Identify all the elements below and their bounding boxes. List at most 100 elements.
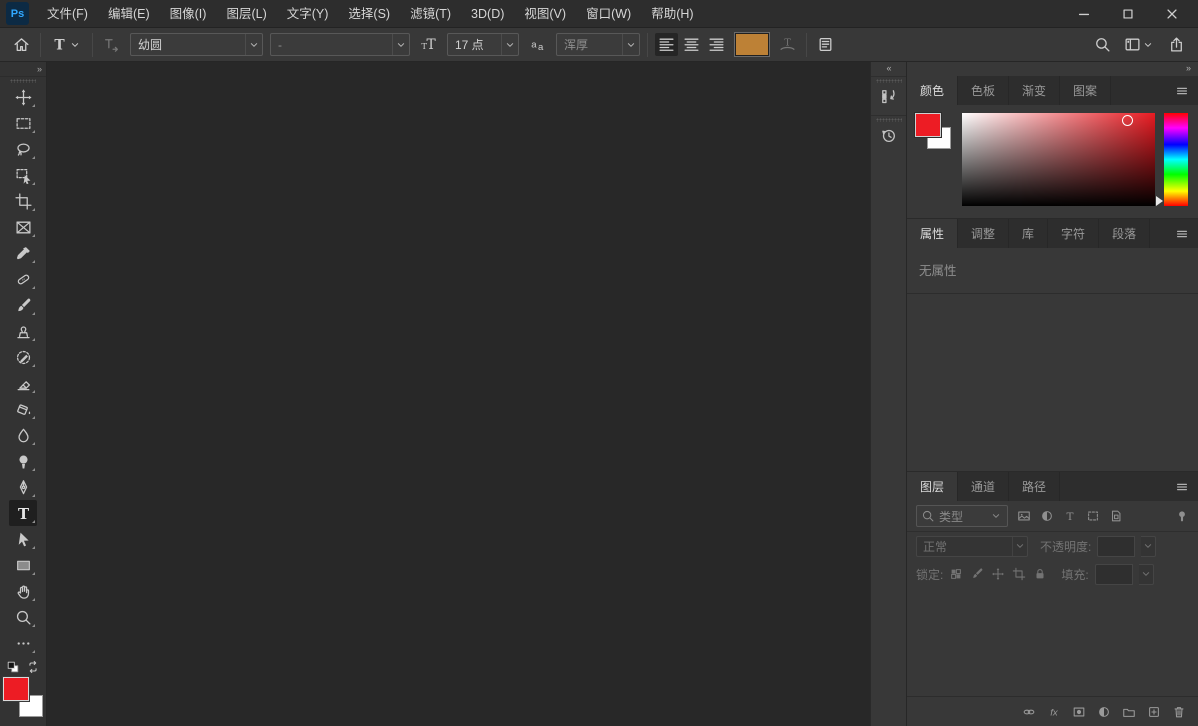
paint-bucket-tool[interactable] (9, 396, 37, 422)
tab-adjustments[interactable]: 调整 (958, 219, 1010, 248)
eyedropper-tool[interactable] (9, 240, 37, 266)
menu-item-image[interactable]: 图像(I) (160, 0, 217, 28)
swap-colors-icon[interactable] (26, 660, 40, 674)
pen-tool[interactable] (9, 474, 37, 500)
maximize-button[interactable] (1106, 0, 1150, 27)
menu-item-help[interactable]: 帮助(H) (641, 0, 703, 28)
font-style-select[interactable]: - (270, 33, 410, 56)
blur-tool[interactable] (9, 422, 37, 448)
color-picker-ring[interactable] (1122, 115, 1133, 126)
tab-color[interactable]: 颜色 (907, 76, 959, 105)
hue-strip[interactable] (1164, 113, 1188, 206)
chevron-down-icon[interactable] (1138, 563, 1154, 585)
workspace-switcher-button[interactable] (1121, 33, 1158, 56)
spot-healing-tool[interactable] (9, 266, 37, 292)
path-selection-tool[interactable] (9, 526, 37, 552)
align-left-button[interactable] (655, 33, 678, 56)
tab-swatches[interactable]: 色板 (958, 76, 1010, 105)
filter-pixel-layers-icon[interactable] (1017, 509, 1031, 523)
dock-expand-button[interactable]: « (871, 62, 906, 76)
warp-text-button[interactable]: T (776, 33, 799, 56)
toggle-panels-button[interactable] (814, 33, 837, 56)
saturation-brightness-field[interactable] (962, 113, 1155, 206)
share-button[interactable] (1165, 33, 1188, 56)
close-button[interactable] (1150, 0, 1194, 27)
tab-libraries[interactable]: 库 (1009, 219, 1049, 248)
tab-properties[interactable]: 属性 (907, 219, 959, 248)
tool-preset-button[interactable]: T (48, 33, 85, 56)
home-button[interactable] (10, 33, 33, 56)
text-orientation-button[interactable] (100, 33, 123, 56)
color-panel-menu-button[interactable] (1166, 76, 1198, 105)
rectangle-tool[interactable] (9, 552, 37, 578)
menu-item-file[interactable]: 文件(F) (37, 0, 98, 28)
toolbar-expand-button[interactable]: » (0, 62, 46, 77)
new-group-icon[interactable] (1122, 705, 1136, 719)
dodge-tool[interactable] (9, 448, 37, 474)
lock-image-icon[interactable] (970, 567, 984, 581)
menu-item-layer[interactable]: 图层(L) (216, 0, 276, 28)
lock-transparency-icon[interactable] (949, 567, 963, 581)
foreground-color-swatch[interactable] (2, 676, 30, 702)
tab-gradients[interactable]: 渐变 (1009, 76, 1061, 105)
menu-item-window[interactable]: 窗口(W) (576, 0, 641, 28)
edit-toolbar-button[interactable] (9, 630, 37, 656)
tab-layers[interactable]: 图层 (907, 472, 959, 501)
history-brush-tool[interactable] (9, 344, 37, 370)
filter-smart-objects-icon[interactable] (1109, 509, 1123, 523)
menu-item-filter[interactable]: 滤镜(T) (400, 0, 461, 28)
lock-artboard-icon[interactable] (1012, 567, 1026, 581)
hand-tool[interactable] (9, 578, 37, 604)
foreground-color-swatch[interactable] (914, 112, 942, 138)
crop-tool[interactable] (9, 188, 37, 214)
menu-item-edit[interactable]: 编辑(E) (98, 0, 160, 28)
filter-type-layers-icon[interactable]: T (1063, 509, 1077, 523)
panel-collapse-button[interactable]: » (907, 62, 1198, 76)
opacity-value-box[interactable] (1097, 535, 1136, 557)
properties-panel-menu-button[interactable] (1166, 219, 1198, 248)
layer-comps-panel-button[interactable] (871, 76, 906, 115)
hue-slider-arrow[interactable] (1156, 196, 1163, 206)
text-color-swatch[interactable] (734, 32, 770, 57)
layer-filter-toggle[interactable] (1175, 509, 1189, 523)
filter-shape-layers-icon[interactable] (1086, 509, 1100, 523)
tab-paths[interactable]: 路径 (1009, 472, 1061, 501)
new-adjustment-layer-icon[interactable] (1097, 705, 1111, 719)
font-size-select[interactable]: 17 点 (447, 33, 519, 56)
type-tool[interactable]: T (9, 500, 37, 526)
menu-item-type[interactable]: 文字(Y) (277, 0, 339, 28)
default-colors-icon[interactable] (6, 660, 20, 674)
search-button[interactable] (1091, 33, 1114, 56)
blend-mode-select[interactable]: 正常 (916, 535, 1028, 557)
tab-paragraph[interactable]: 段落 (1099, 219, 1151, 248)
clone-stamp-tool[interactable] (9, 318, 37, 344)
align-center-button[interactable] (680, 33, 703, 56)
minimize-button[interactable] (1062, 0, 1106, 27)
menu-item-select[interactable]: 选择(S) (338, 0, 400, 28)
lock-position-icon[interactable] (991, 567, 1005, 581)
font-family-select[interactable]: 幼圆 (130, 33, 263, 56)
object-selection-tool[interactable] (9, 162, 37, 188)
layers-panel-menu-button[interactable] (1166, 472, 1198, 501)
menu-item-view[interactable]: 视图(V) (514, 0, 576, 28)
tab-character[interactable]: 字符 (1048, 219, 1100, 248)
layer-style-fx-icon[interactable]: fx (1047, 705, 1061, 719)
anti-alias-select[interactable]: 浑厚 (556, 33, 640, 56)
delete-layer-icon[interactable] (1172, 705, 1186, 719)
history-panel-button[interactable] (871, 115, 906, 154)
lasso-tool[interactable] (9, 136, 37, 162)
align-right-button[interactable] (705, 33, 728, 56)
lock-all-icon[interactable] (1033, 567, 1047, 581)
move-tool[interactable] (9, 84, 37, 110)
chevron-down-icon[interactable] (1141, 535, 1157, 557)
menu-item-3d[interactable]: 3D(D) (461, 0, 514, 28)
tab-channels[interactable]: 通道 (958, 472, 1010, 501)
eraser-tool[interactable] (9, 370, 37, 396)
new-layer-icon[interactable] (1147, 705, 1161, 719)
add-layer-mask-icon[interactable] (1072, 705, 1086, 719)
brush-tool[interactable] (9, 292, 37, 318)
canvas-area[interactable] (47, 62, 866, 726)
fill-value-box[interactable] (1094, 563, 1133, 585)
zoom-tool[interactable] (9, 604, 37, 630)
link-layers-icon[interactable] (1022, 705, 1036, 719)
